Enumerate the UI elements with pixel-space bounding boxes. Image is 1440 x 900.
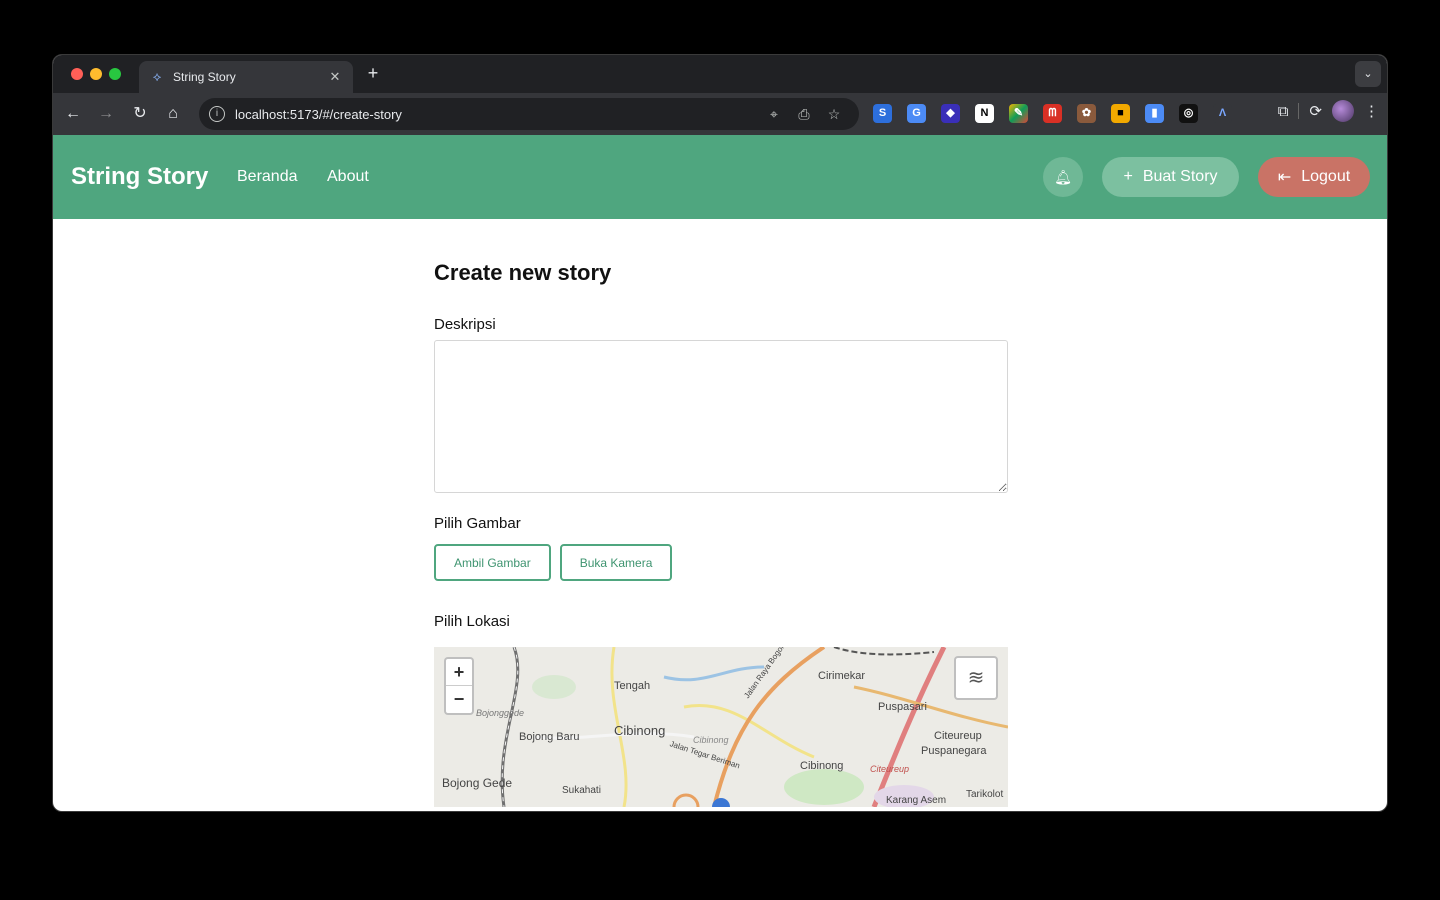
tab-favicon-icon: ⟡ <box>152 69 162 84</box>
extension-icon[interactable]: ▮ <box>1145 104 1164 123</box>
tab-close-icon[interactable]: ✕ <box>327 69 343 85</box>
location-label: Pilih Lokasi <box>434 613 510 630</box>
extension-icon[interactable]: Λ <box>1213 104 1232 123</box>
nav-about[interactable]: About <box>327 168 369 186</box>
map-label: Citeureup <box>870 764 910 774</box>
bookmark-star-icon[interactable]: ☆ <box>819 106 849 123</box>
create-story-label: Buat Story <box>1142 168 1218 185</box>
map-label: Tarikolot <box>966 789 1004 800</box>
map-label: Cibinong <box>614 723 666 738</box>
open-camera-button[interactable]: Buka Kamera <box>559 544 673 581</box>
create-story-form: Create new story Deskripsi Pilih Gambar … <box>434 219 1008 807</box>
zoom-in-button[interactable]: + <box>446 659 472 686</box>
extension-icon[interactable]: ᗰ <box>1043 104 1062 123</box>
extensions-bar: S G ◆ N ✎ ᗰ ✿ ■ ▮ ◎ Λ <box>873 104 1232 123</box>
map-label: Bojong Baru <box>519 731 580 743</box>
location-pin-icon[interactable]: ⌖ <box>759 106 789 123</box>
map-label: Karang Asem <box>886 795 947 806</box>
reload-button[interactable]: ↻ <box>126 100 154 128</box>
page-title: Create new story <box>434 260 612 285</box>
map-label: Sukahati <box>562 785 601 796</box>
logout-label: Logout <box>1301 168 1351 185</box>
map-label: Puspanegara <box>921 745 987 757</box>
description-label: Deskripsi <box>434 316 496 333</box>
site-info-icon[interactable]: i <box>209 106 225 122</box>
tab-search-button[interactable]: ⌄ <box>1355 61 1381 87</box>
image-buttons: Ambil Gambar Buka Kamera <box>434 544 1008 581</box>
extension-icon[interactable]: S <box>873 104 892 123</box>
back-button[interactable]: ← <box>59 100 87 128</box>
plus-icon: + <box>1123 168 1133 185</box>
image-label: Pilih Gambar <box>434 515 521 532</box>
toolbar-separator <box>1298 103 1300 119</box>
layers-icon: ≋ <box>967 667 985 689</box>
browser-menu-icon[interactable]: ⋮ <box>1364 102 1379 120</box>
toolbar-right: ⧉ ⟳ ⋮ <box>1278 100 1379 122</box>
zoom-out-button[interactable]: − <box>446 686 472 713</box>
map-label: Cirimekar <box>818 670 866 682</box>
tab-title: String Story <box>173 70 236 84</box>
map-label: Tengah <box>614 680 651 692</box>
description-textarea[interactable] <box>434 340 1008 493</box>
logout-icon: ⇤ <box>1277 169 1292 186</box>
layers-control[interactable]: ≋ <box>954 656 998 700</box>
new-tab-button[interactable]: + <box>363 63 383 84</box>
app-header: String Story Beranda About 🔔︎ + Buat Sto… <box>53 135 1387 219</box>
install-app-icon[interactable]: ⎙ <box>789 106 819 123</box>
notification-bell-button[interactable]: 🔔︎ <box>1043 157 1083 197</box>
maximize-window-button[interactable] <box>109 68 121 80</box>
window-controls <box>71 68 121 80</box>
extension-icon[interactable]: ◆ <box>941 104 960 123</box>
map-tiles <box>434 647 1008 807</box>
nav-beranda[interactable]: Beranda <box>237 168 298 186</box>
map-label: Cibinong <box>693 735 729 745</box>
forward-button[interactable]: → <box>92 100 120 128</box>
map-label: Citeureup <box>934 730 982 742</box>
browser-window: ⟡ String Story ✕ + ⌄ ← → ↻ ⌂ i localhost… <box>52 54 1388 812</box>
extension-icon[interactable]: ✎ <box>1009 104 1028 123</box>
map-label: Bojonggede <box>476 708 525 718</box>
extensions-puzzle-icon[interactable]: ⧉ <box>1278 103 1289 120</box>
bell-icon: 🔔︎ <box>1054 169 1072 185</box>
url-text: localhost:5173/#/create-story <box>235 106 402 122</box>
map-label: Puspasari <box>878 701 927 713</box>
sync-icon[interactable]: ⟳ <box>1309 102 1322 120</box>
browser-toolbar: ← → ↻ ⌂ i localhost:5173/#/create-story … <box>53 93 1387 135</box>
translate-extension-icon[interactable]: G <box>907 104 926 123</box>
location-map[interactable]: Tengah Cirimekar Puspasari Bojonggede Bo… <box>434 647 1008 807</box>
brand-logo[interactable]: String Story <box>71 163 208 191</box>
browser-tab[interactable]: ⟡ String Story ✕ <box>139 61 353 93</box>
address-bar[interactable]: i localhost:5173/#/create-story ⌖ ⎙ ☆ <box>199 98 859 130</box>
notion-extension-icon[interactable]: N <box>975 104 994 123</box>
map-label: Cibinong <box>800 760 844 772</box>
map-label: Bojong Gede <box>442 776 513 790</box>
extension-icon[interactable]: ◎ <box>1179 104 1198 123</box>
logout-button[interactable]: ⇤ Logout <box>1258 157 1370 197</box>
extension-icon[interactable]: ■ <box>1111 104 1130 123</box>
cookie-extension-icon[interactable]: ✿ <box>1077 104 1096 123</box>
minimize-window-button[interactable] <box>90 68 102 80</box>
take-image-button[interactable]: Ambil Gambar <box>434 544 551 581</box>
zoom-control: + − <box>444 657 474 715</box>
create-story-button[interactable]: + Buat Story <box>1102 157 1239 197</box>
profile-avatar[interactable] <box>1332 100 1354 122</box>
home-button[interactable]: ⌂ <box>159 100 187 128</box>
close-window-button[interactable] <box>71 68 83 80</box>
tab-strip: ⟡ String Story ✕ + ⌄ <box>53 55 1387 93</box>
